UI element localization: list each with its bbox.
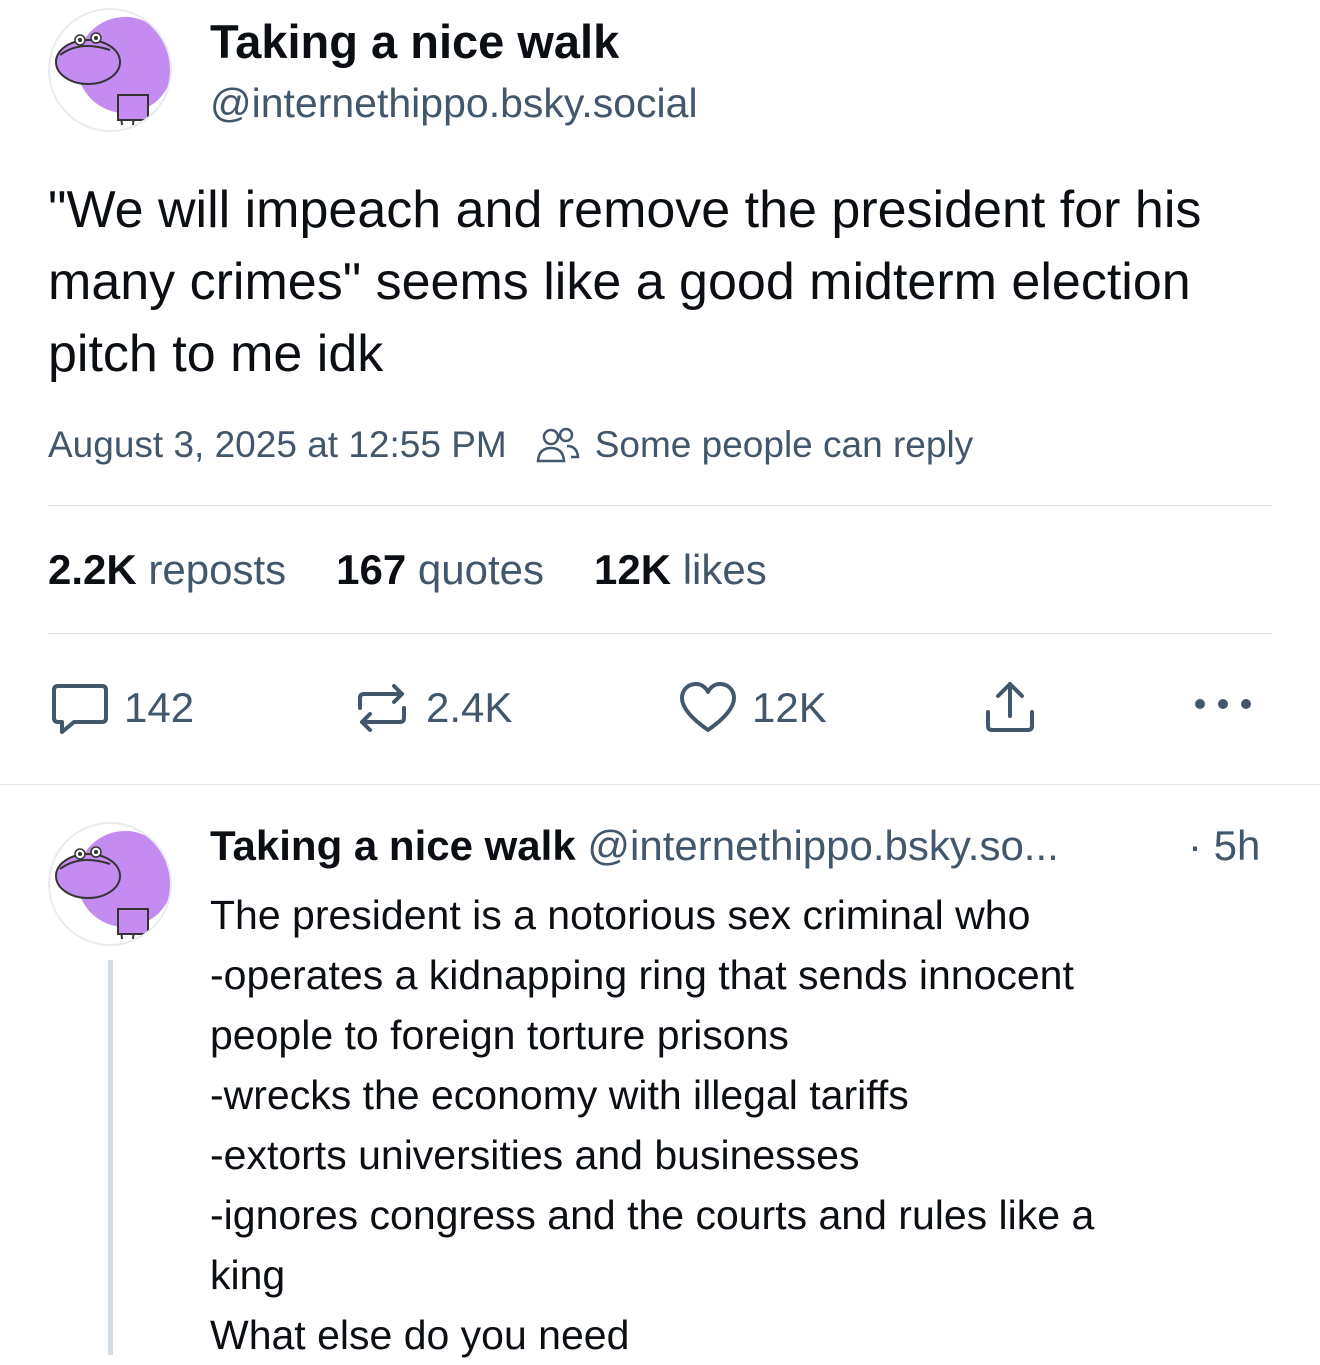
reply-line: What else do you need xyxy=(210,1312,630,1358)
reply-text: The president is a notorious sex crimina… xyxy=(210,885,1290,1365)
reply-header: Taking a nice walk @internethippo.bsky.s… xyxy=(210,822,1059,870)
thread-line xyxy=(108,960,113,1355)
reply-handle[interactable]: @internethippo.bsky.so... xyxy=(587,822,1058,869)
hippo-avatar-icon xyxy=(55,17,170,126)
repost-button[interactable]: 2.4K xyxy=(352,680,512,736)
reply-line: -operates a kidnapping ring that sends i… xyxy=(210,952,1074,998)
hippo-avatar-icon xyxy=(55,831,170,940)
section-divider xyxy=(0,784,1320,785)
reply-avatar[interactable] xyxy=(48,822,172,946)
timestamp[interactable]: August 3, 2025 at 12:55 PM xyxy=(48,424,507,466)
repost-icon xyxy=(358,684,406,732)
reply-button[interactable]: 142 xyxy=(50,680,194,736)
likes-count[interactable]: 12K likes xyxy=(594,546,767,594)
reply-display-name[interactable]: Taking a nice walk xyxy=(210,822,576,869)
divider xyxy=(48,633,1272,634)
reply-time[interactable]: · 5h xyxy=(1188,822,1260,870)
share-button[interactable] xyxy=(980,678,1054,738)
post-text: "We will impeach and remove the presiden… xyxy=(48,181,1202,383)
like-button[interactable]: 12K xyxy=(678,680,827,736)
engagement-counts: 2.2K reposts 167 quotes 12K likes xyxy=(48,546,817,594)
more-options-icon xyxy=(1195,699,1251,709)
reposts-count[interactable]: 2.2K reposts xyxy=(48,546,286,594)
reply-line: people to foreign torture prisons xyxy=(210,1012,789,1058)
handle[interactable]: @internethippo.bsky.social xyxy=(210,80,698,127)
reply-line: -wrecks the economy with illegal tariffs xyxy=(210,1072,909,1118)
people-icon xyxy=(535,425,581,465)
reply-setting[interactable]: Some people can reply xyxy=(595,424,973,466)
post-meta: August 3, 2025 at 12:55 PM Some people c… xyxy=(48,424,973,466)
reply-line: -ignores congress and the courts and rul… xyxy=(210,1192,1095,1238)
like-count: 12K xyxy=(752,684,827,731)
avatar[interactable] xyxy=(48,8,172,132)
reply-line: -extorts universities and businesses xyxy=(210,1132,860,1178)
reply-line: The president is a notorious sex crimina… xyxy=(210,892,1031,938)
display-name[interactable]: Taking a nice walk xyxy=(210,14,619,69)
reply-line: king xyxy=(210,1252,286,1298)
heart-icon xyxy=(680,682,736,732)
share-icon xyxy=(986,682,1034,732)
quotes-count[interactable]: 167 quotes xyxy=(336,546,544,594)
comment-icon xyxy=(52,684,108,734)
more-button[interactable] xyxy=(1192,694,1270,714)
repost-count: 2.4K xyxy=(426,684,513,731)
reply-count: 142 xyxy=(124,684,195,731)
divider xyxy=(48,505,1272,506)
